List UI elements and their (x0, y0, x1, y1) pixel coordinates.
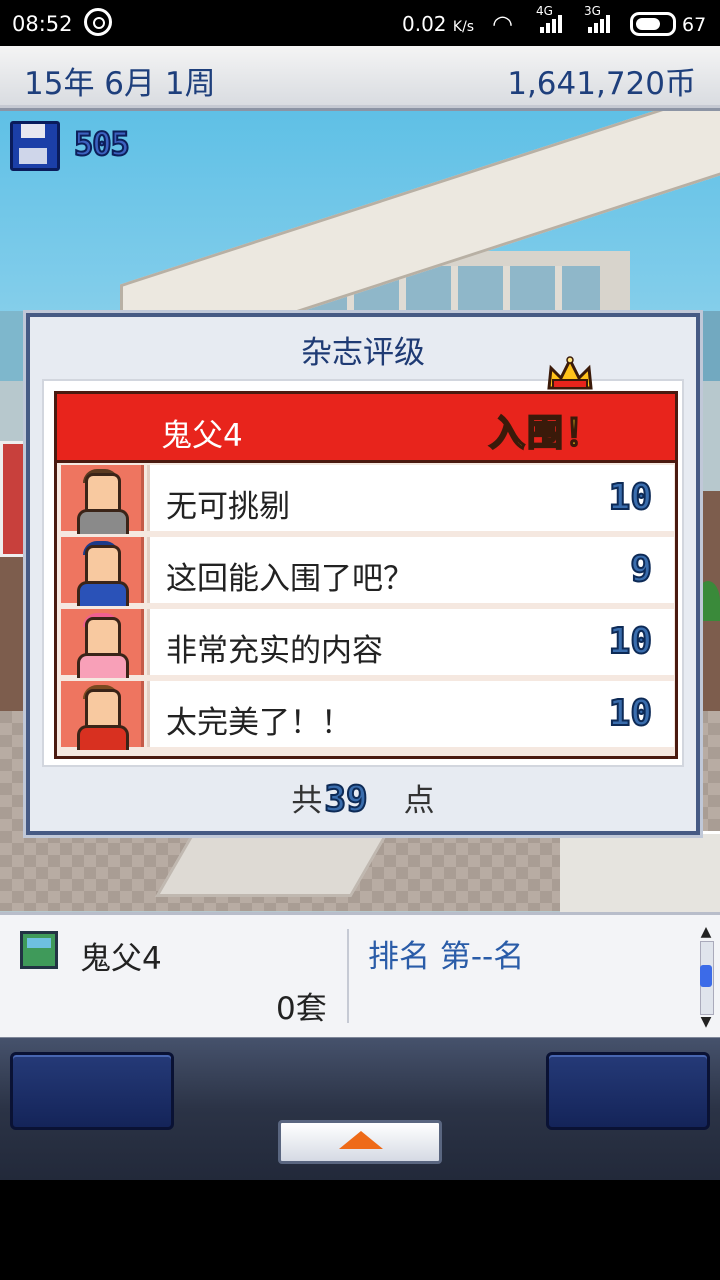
battery-icon (630, 12, 676, 36)
total-label: 共 (291, 783, 323, 819)
review-score: 10 (608, 476, 653, 519)
review-comment: 非常充实的内容 (166, 633, 383, 669)
review-row: 非常充实的内容 10 (57, 607, 675, 678)
signal-4g-icon (540, 14, 564, 33)
review-comment-box: 这回能入围了吧？ 9 (147, 537, 674, 603)
review-row: 这回能入围了吧？ 9 (57, 535, 675, 606)
signal-3g-icon (588, 14, 612, 33)
review-comment-box: 无可挑剔 10 (147, 465, 674, 531)
rank-display: 排名 第--名 (368, 939, 525, 975)
info-game-name: 鬼父4 (80, 941, 162, 977)
info-divider (347, 929, 349, 1023)
game-date: 15年 6月 1周 (24, 66, 216, 102)
expand-menu-button[interactable] (278, 1120, 442, 1164)
app-notification-icon (84, 8, 112, 36)
scroll-thumb[interactable] (700, 965, 712, 987)
review-comment: 这回能入围了吧？ (166, 561, 414, 597)
brown-hair-man-avatar (61, 681, 144, 750)
review-row: 无可挑剔 10 (57, 463, 675, 534)
scroll-up-icon[interactable]: ▲ (696, 925, 716, 939)
game-cartridge-icon (20, 931, 58, 969)
wifi-icon: ◠ (492, 10, 513, 38)
dialog-body: 鬼父4 入围！ 无可挑剔 10 这回能入围了吧？ 9 非常充实的内容 10 太完… (42, 356, 684, 767)
bottom-control-bar (0, 1038, 720, 1180)
dialog-title: 杂志评级 (301, 335, 425, 371)
game-top-bar: 15年 6月 1周 1,641,720币 (0, 46, 720, 111)
cap-man-avatar (61, 537, 144, 606)
nominated-badge: 入围！ (488, 412, 604, 455)
status-time: 08:52 (12, 12, 73, 36)
total-score: 共39 点 (30, 775, 696, 821)
suit-man-avatar (61, 465, 144, 534)
battery-level: 67 (682, 14, 707, 36)
magazine-rating-dialog[interactable]: 杂志评级 鬼父4 入围！ 无可挑剔 10 这回能入围了吧？ 9 非常充实的内容 … (26, 313, 700, 835)
total-unit: 点 (403, 783, 435, 819)
status-bar: 08:52 0.02 K/s ◠ 4G 3G 67 (0, 0, 720, 46)
research-points: 505 (73, 124, 131, 164)
review-comment-box: 太完美了！！ 10 (147, 681, 674, 747)
review-score: 10 (608, 620, 653, 663)
save-disk-icon[interactable] (10, 121, 60, 171)
review-header: 鬼父4 入围！ (57, 356, 675, 463)
review-card: 鬼父4 入围！ 无可挑剔 10 这回能入围了吧？ 9 非常充实的内容 10 太完… (54, 356, 678, 759)
review-comment: 无可挑剔 (166, 489, 290, 525)
left-menu-button[interactable] (10, 1052, 174, 1130)
review-comment-box: 非常充实的内容 10 (147, 609, 674, 675)
right-menu-button[interactable] (546, 1052, 710, 1130)
review-score: 10 (608, 692, 653, 735)
sales-count: 0套 (276, 991, 327, 1027)
reviewed-game-title: 鬼父4 (161, 418, 243, 454)
review-score: 9 (629, 548, 653, 591)
scroll-down-icon[interactable]: ▼ (696, 1015, 716, 1029)
crown-icon (547, 356, 593, 390)
total-value: 39 (323, 778, 368, 821)
network-speed: 0.02 K/s (402, 12, 475, 36)
pink-hair-woman-avatar (61, 609, 144, 678)
money-display: 1,641,720币 (507, 66, 696, 102)
review-row: 太完美了！！ 10 (57, 679, 675, 750)
game-info-panel[interactable]: 鬼父4 0套 排名 第--名 ▲ ▼ (0, 912, 720, 1041)
info-scrollbar[interactable]: ▲ ▼ (696, 925, 716, 1029)
shop-counter (560, 831, 720, 912)
review-comment: 太完美了！！ (166, 705, 352, 741)
